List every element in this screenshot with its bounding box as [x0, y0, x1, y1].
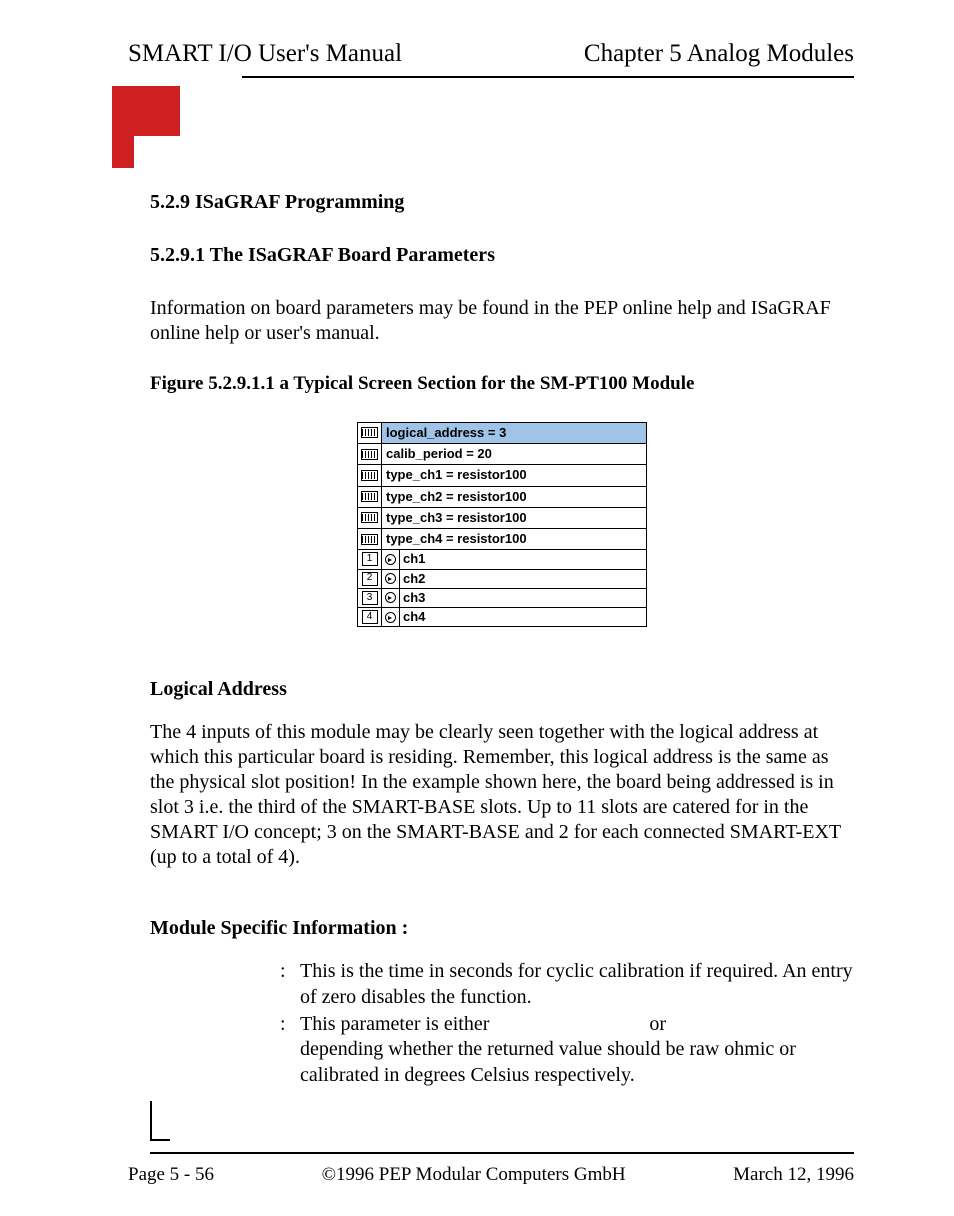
- manual-title: SMART I/O User's Manual: [128, 40, 402, 68]
- param-type-ch1[interactable]: type_ch1 = resistor100: [382, 465, 646, 485]
- chip-icon: [358, 529, 382, 549]
- channel-index-box: 2: [358, 570, 382, 588]
- channel-index-box: 4: [358, 608, 382, 626]
- param-type-ch3[interactable]: type_ch3 = resistor100: [382, 508, 646, 528]
- channel-index-box: 3: [358, 589, 382, 607]
- copyright: ©1996 PEP Modular Computers GmbH: [322, 1164, 626, 1186]
- page-number: Page 5 - 56: [128, 1164, 214, 1186]
- direction-icon: [382, 608, 400, 626]
- def-colon: :: [280, 1012, 300, 1088]
- date: March 12, 1996: [733, 1164, 854, 1186]
- def-desc-type-pre: This parameter is either: [300, 1013, 494, 1035]
- def-term: [150, 959, 280, 1010]
- def-desc-type-post: depending whether the returned value sho…: [300, 1038, 796, 1085]
- figure-title: Figure 5.2.9.1.1 a Typical Screen Sectio…: [150, 372, 854, 396]
- channel-ch2[interactable]: ch2: [400, 570, 646, 588]
- channel-ch1[interactable]: ch1: [400, 550, 646, 568]
- def-desc-type-mid: or: [494, 1013, 666, 1035]
- direction-icon: [382, 589, 400, 607]
- footer-corner-mark: [150, 1101, 152, 1141]
- brand-logo: [112, 86, 180, 136]
- channel-ch3[interactable]: ch3: [400, 589, 646, 607]
- def-colon: :: [280, 959, 300, 1010]
- section-heading-5-2-9-1: 5.2.9.1 The ISaGRAF Board Parameters: [150, 243, 854, 268]
- chip-icon: [358, 465, 382, 485]
- chip-icon: [358, 508, 382, 528]
- def-desc-calib: This is the time in seconds for cyclic c…: [300, 959, 854, 1010]
- footer-divider: [150, 1152, 854, 1154]
- param-type-ch2[interactable]: type_ch2 = resistor100: [382, 487, 646, 507]
- channel-index-box: 1: [358, 550, 382, 568]
- section-heading-5-2-9: 5.2.9 ISaGRAF Programming: [150, 190, 854, 215]
- def-term: [150, 1012, 280, 1088]
- param-type-ch4[interactable]: type_ch4 = resistor100: [382, 529, 646, 549]
- def-desc-type: This parameter is either or depending wh…: [300, 1012, 854, 1088]
- logical-address-title: Logical Address: [150, 677, 854, 702]
- chip-icon: [358, 423, 382, 443]
- board-params-screenshot: logical_address = 3 calib_period = 20 ty…: [357, 422, 647, 628]
- definition-list: : This is the time in seconds for cyclic…: [150, 959, 854, 1088]
- direction-icon: [382, 550, 400, 568]
- intro-paragraph: Information on board parameters may be f…: [150, 296, 854, 346]
- chip-icon: [358, 444, 382, 464]
- logical-address-text: The 4 inputs of this module may be clear…: [150, 720, 854, 870]
- channel-ch4[interactable]: ch4: [400, 608, 646, 626]
- param-logical-address[interactable]: logical_address = 3: [382, 423, 646, 443]
- direction-icon: [382, 570, 400, 588]
- module-info-title: Module Specific Information :: [150, 916, 854, 941]
- chapter-title: Chapter 5 Analog Modules: [584, 40, 854, 68]
- param-calib-period[interactable]: calib_period = 20: [382, 444, 646, 464]
- chip-icon: [358, 487, 382, 507]
